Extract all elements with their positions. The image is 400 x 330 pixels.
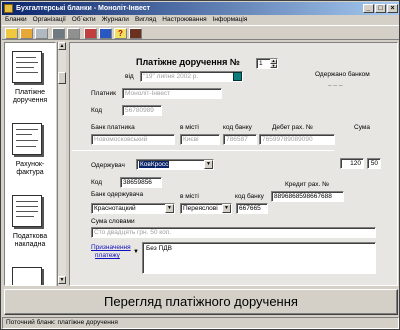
chevron-down-icon[interactable]: ▼ — [222, 204, 231, 213]
menu-organizations[interactable]: Організації — [33, 15, 66, 25]
menu-journals[interactable]: Журнали — [102, 15, 129, 25]
debit-account-field[interactable]: 76599789089090 — [259, 134, 335, 145]
close-button[interactable]: × — [387, 4, 398, 13]
sidebar-scrollbar[interactable]: ▲ ▼ — [57, 42, 66, 286]
tax-invoice-thumb-icon[interactable] — [12, 195, 42, 227]
help-icon[interactable]: ? — [114, 28, 127, 39]
chevron-down-icon[interactable]: ▼ — [165, 204, 174, 213]
payment-order-form: Платіжне доручення № 1 ▲ ▼ від "19" липня… — [69, 42, 398, 286]
new-doc-icon[interactable] — [5, 28, 18, 39]
next-doc-thumb-icon[interactable] — [12, 267, 42, 285]
recipient-code-label: Код — [91, 179, 103, 186]
app-icon — [4, 4, 13, 13]
payer-bank-code-label: код банку — [223, 124, 252, 131]
payer-bank-label: Банк платника — [91, 124, 135, 131]
menu-bar: Бланки Організації Об`єкти Журнали Вигля… — [2, 15, 399, 25]
toolbar: ? — [2, 25, 399, 40]
recipient-bank-code-label: код банку — [235, 193, 264, 200]
date-input[interactable]: "19" липня 2002 р. — [140, 71, 243, 82]
recipient-code-field[interactable]: 38659856 — [120, 177, 162, 188]
clear-icon[interactable] — [35, 28, 48, 39]
purpose-link-2[interactable]: платежу — [95, 252, 120, 260]
order-number-input[interactable]: 1 ▲ ▼ — [256, 58, 278, 69]
received-label: Одержано банком — [315, 71, 370, 78]
status-bar: Поточний бланк: платіжне доручення — [2, 317, 399, 329]
recipient-select[interactable]: КовКросс ▼ — [136, 159, 214, 170]
debit-label: Дебет рах. № — [272, 124, 313, 131]
sum-words-label: Сума словами — [91, 218, 135, 225]
received-value: _ _ _ — [328, 79, 343, 86]
recipient-bank-code-field[interactable]: 667665 — [236, 203, 268, 214]
chevron-down-icon[interactable]: ▼ — [204, 160, 213, 169]
menu-settings[interactable]: Настроювання — [162, 15, 206, 25]
recipient-city-label: в місті — [180, 193, 199, 200]
sidebar-item-tax-invoice[interactable]: Податкова накладна — [5, 233, 55, 249]
payer-bank-field[interactable]: Новомосковський — [91, 134, 175, 145]
menu-blanks[interactable]: Бланки — [5, 15, 27, 25]
payer-code-field[interactable]: 56780989 — [122, 105, 162, 116]
sidebar-item-invoice[interactable]: Рахунок- фактура — [5, 161, 55, 177]
scroll-down-icon[interactable]: ▼ — [58, 276, 66, 284]
recipient-bank-label: Банк одержувача — [91, 191, 144, 198]
calculator-icon[interactable] — [84, 28, 97, 39]
recipient-label: Одержувач — [91, 162, 125, 169]
payment-order-thumb-icon[interactable] — [12, 51, 42, 83]
minimize-button[interactable]: _ — [363, 4, 374, 13]
payer-field[interactable]: Моноліт-Інвест — [122, 88, 222, 99]
separator — [72, 150, 334, 151]
scroll-thumb[interactable] — [58, 72, 66, 84]
title-bar: Бухгалтерські бланки - Моноліт-Інвест _ … — [2, 2, 399, 15]
number-spinner[interactable]: ▲ ▼ — [270, 59, 277, 68]
blank-sidebar: Платіжне доручення Рахунок- фактура Пода… — [4, 42, 56, 286]
sidebar-item-payment-order[interactable]: Платіжне доручення — [5, 89, 55, 105]
payer-city-field[interactable]: Києві — [180, 134, 220, 145]
recipient-city-select[interactable]: Переяслові ▼ — [180, 203, 232, 214]
sum-words-field[interactable]: Сто двадцять грн. 50 коп. — [91, 227, 376, 238]
purpose-dropdown-icon[interactable]: ▼ — [133, 248, 139, 256]
sum-uah-field[interactable]: 120 — [340, 158, 364, 169]
scroll-up-icon[interactable]: ▲ — [58, 42, 66, 50]
view-payment-order-button[interactable]: Перегляд платіжного доручення — [4, 289, 398, 315]
sum-kop-field[interactable]: 50 — [367, 158, 381, 169]
menu-view[interactable]: Вигляд — [135, 15, 156, 25]
menu-info[interactable]: Інформація — [213, 15, 248, 25]
credit-account-field[interactable]: 8896868598667688 — [271, 191, 344, 202]
maximize-button[interactable]: □ — [375, 4, 386, 13]
recipient-bank-select[interactable]: Краснотацкий ▼ — [91, 203, 175, 214]
payer-bank-code-field[interactable]: 786587 — [223, 134, 257, 145]
edit-icon[interactable] — [20, 28, 33, 39]
app-window: Бухгалтерські бланки - Моноліт-Інвест _ … — [0, 0, 400, 330]
payer-code-label: Код — [91, 107, 103, 114]
purpose-field[interactable]: Без ПДВ — [142, 242, 376, 274]
invoice-thumb-icon[interactable] — [12, 123, 42, 155]
menu-objects[interactable]: Об`єкти — [72, 15, 96, 25]
journal-icon[interactable] — [67, 28, 80, 39]
window-title: Бухгалтерські бланки - Моноліт-Інвест — [16, 5, 151, 12]
date-label: від — [125, 73, 134, 80]
payer-label: Платник — [91, 90, 116, 97]
exit-icon[interactable] — [129, 28, 142, 39]
sum-label: Сума — [354, 124, 370, 131]
form-title: Платіжне доручення № — [136, 57, 240, 67]
credit-label: Кредит рах. № — [285, 181, 330, 188]
purpose-link[interactable]: Призначення — [91, 244, 131, 252]
payer-city-label: в місті — [180, 124, 199, 131]
save-icon[interactable] — [52, 28, 65, 39]
book-icon[interactable] — [99, 28, 112, 39]
calendar-icon[interactable] — [233, 72, 242, 81]
